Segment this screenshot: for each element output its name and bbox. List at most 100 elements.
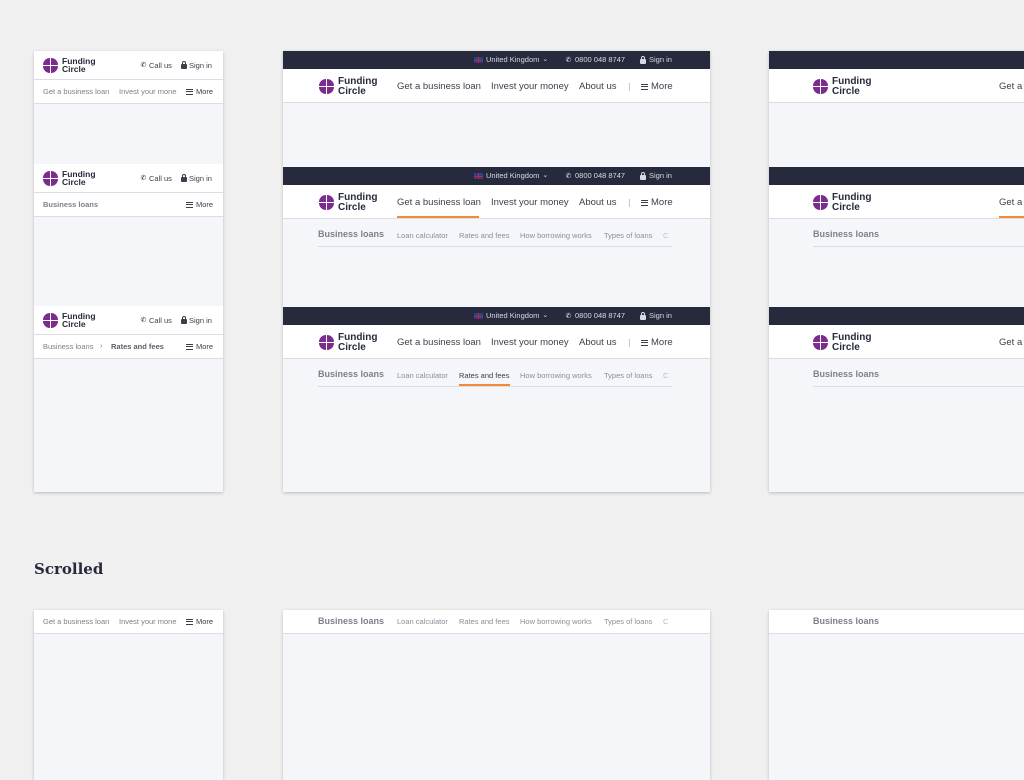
more-button[interactable]: More [186,617,213,626]
top-bar [769,167,1024,185]
call-us-button[interactable]: ✆ Call us [140,174,172,183]
sign-in-link[interactable]: Sign in [640,307,672,325]
chevron-down-icon: ⌄ [542,312,549,319]
phone-link[interactable]: ✆ 0800 048 8747 [565,51,626,69]
sub-nav-how-borrowing[interactable]: How borrowing works [520,231,592,240]
country-selector[interactable]: United Kingdom ⌄ [474,51,548,69]
logo[interactable]: Funding Circle [813,193,871,212]
more-button[interactable]: More [641,197,673,208]
sign-in-button[interactable]: Sign in [181,61,212,70]
lock-icon [181,316,187,324]
sub-nav-rates-fees[interactable]: Rates and fees [459,231,509,240]
more-button[interactable]: More [641,337,673,348]
nav-get-loan[interactable]: Get a business loan [43,87,109,96]
sub-nav-how-borrowing[interactable]: How borrowing works [520,371,592,380]
menu-icon [186,343,193,350]
nav-invest[interactable]: Invest your money [491,81,569,92]
uk-flag-icon [474,313,483,319]
sub-nav-rates-fees[interactable]: Rates and fees [459,371,509,380]
top-bar [769,51,1024,69]
phone-link[interactable]: ✆ 0800 048 8747 [565,167,626,185]
sign-in-link[interactable]: Sign in [640,51,672,69]
nav-get-loan[interactable]: Get a [999,81,1022,92]
top-bar [769,307,1024,325]
main-nav: Funding Circle Get a business loan Invest… [283,325,710,359]
mobile-subnav: Business loans More [34,193,223,217]
nav-about[interactable]: About us [579,197,617,208]
country-selector[interactable]: United Kingdom ⌄ [474,307,548,325]
logo[interactable]: Funding Circle [43,170,96,186]
nav-divider [629,339,630,347]
chevron-down-icon: ⌄ [542,172,549,179]
nav-get-loan[interactable]: Get a [999,337,1022,348]
nav-divider [629,199,630,207]
sub-nav-types[interactable]: Types of loans [604,371,652,380]
more-button[interactable]: More [186,342,213,351]
call-us-button[interactable]: ✆ Call us [140,61,172,70]
sub-nav-title[interactable]: Business loans [813,229,879,239]
funding-circle-logo-icon [43,170,58,186]
wide-scrolled-artboard: Business loans [769,610,1024,780]
main-nav: Funding Circle Get a [769,185,1024,219]
nav-get-loan[interactable]: Get a business loan [43,617,109,626]
sign-in-button[interactable]: Sign in [181,316,212,325]
nav-invest[interactable]: Invest your mone [119,617,177,626]
phone-icon: ✆ [140,175,147,182]
phone-icon: ✆ [565,312,572,320]
phone-link[interactable]: ✆ 0800 048 8747 [565,307,626,325]
logo[interactable]: Funding Circle [319,193,377,212]
nav-get-loan[interactable]: Get a business loan [397,337,481,348]
wide-artboard: Funding Circle Get a Funding Circle Get a … [769,51,1024,492]
sign-in-link[interactable]: Sign in [640,167,672,185]
funding-circle-logo-icon [43,57,58,73]
uk-flag-icon [474,57,483,63]
logo[interactable]: Funding Circle [813,77,871,96]
sub-nav-loan-calculator[interactable]: Loan calculator [397,231,448,240]
logo[interactable]: Funding Circle [319,77,377,96]
desktop-artboard: United Kingdom ⌄ ✆ 0800 048 8747 Sign in F… [283,51,710,492]
logo[interactable]: Funding Circle [43,312,96,328]
logo[interactable]: Funding Circle [813,333,871,352]
nav-about[interactable]: About us [579,337,617,348]
call-us-button[interactable]: ✆ Call us [140,316,172,325]
phone-icon: ✆ [140,62,147,69]
menu-icon [186,201,193,208]
sub-nav-overflow[interactable]: C [663,231,668,240]
more-button[interactable]: More [641,81,673,92]
nav-about[interactable]: About us [579,81,617,92]
more-button[interactable]: More [186,200,213,209]
sub-nav-loan-calculator[interactable]: Loan calculator [397,371,448,380]
nav-invest[interactable]: Invest your money [491,197,569,208]
sub-nav-title[interactable]: Business loans [813,616,879,626]
sub-nav-overflow[interactable]: C [663,371,668,380]
sub-nav-types[interactable]: Types of loans [604,231,652,240]
breadcrumb-parent[interactable]: Business loans [43,342,93,351]
logo[interactable]: Funding Circle [319,333,377,352]
sub-nav-title[interactable]: Business loans [318,616,384,626]
sub-nav-title[interactable]: Business loans [318,369,384,379]
country-selector[interactable]: United Kingdom ⌄ [474,167,548,185]
sub-nav-loan-calculator[interactable]: Loan calculator [397,617,448,626]
phone-icon: ✆ [565,56,572,64]
mobile-header: Funding Circle ✆ Call us Sign in [34,51,223,80]
section-title[interactable]: Business loans [43,200,98,209]
main-nav: Funding Circle Get a [769,69,1024,103]
sub-nav-overflow[interactable]: C [663,617,668,626]
nav-get-loan[interactable]: Get a business loan [397,81,481,92]
sign-in-button[interactable]: Sign in [181,174,212,183]
funding-circle-logo-icon [813,195,828,210]
logo[interactable]: Funding Circle [43,57,96,73]
top-bar: United Kingdom ⌄ ✆ 0800 048 8747 Sign in [283,167,710,185]
sub-nav-how-borrowing[interactable]: How borrowing works [520,617,592,626]
menu-icon [186,88,193,95]
nav-invest[interactable]: Invest your mone [119,87,177,96]
nav-invest[interactable]: Invest your money [491,337,569,348]
sub-nav-title[interactable]: Business loans [318,229,384,239]
nav-get-loan[interactable]: Get a [999,197,1022,208]
menu-icon [641,83,648,90]
sub-nav-title[interactable]: Business loans [813,369,879,379]
sub-nav-types[interactable]: Types of loans [604,617,652,626]
sub-nav-rates-fees[interactable]: Rates and fees [459,617,509,626]
more-button[interactable]: More [186,87,213,96]
nav-get-loan[interactable]: Get a business loan [397,197,481,208]
